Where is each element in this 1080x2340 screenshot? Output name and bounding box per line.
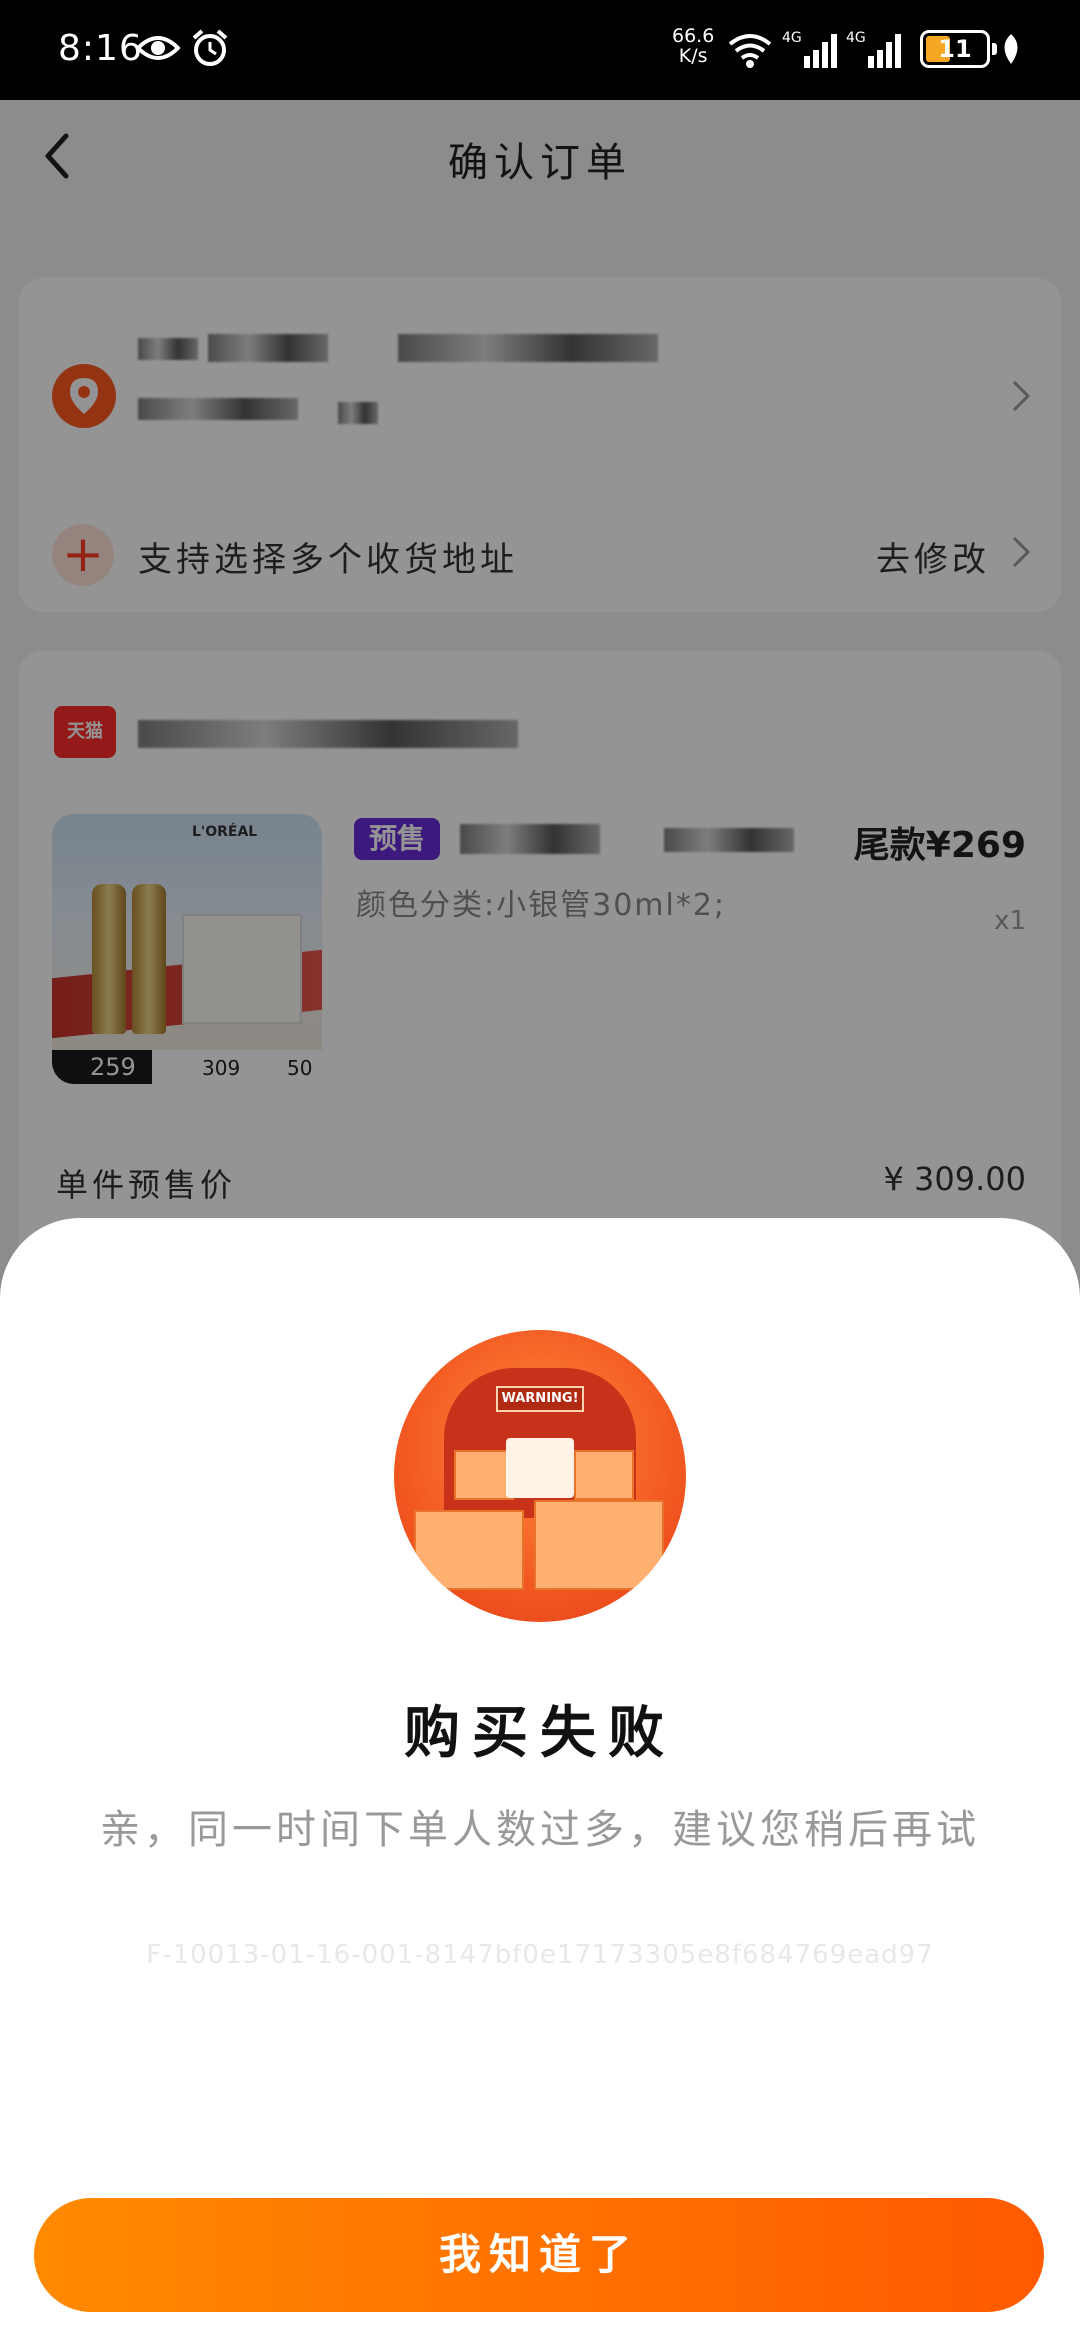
signal-strength-icon: 4G <box>782 30 837 68</box>
signal-strength-icon: 4G <box>846 30 901 68</box>
sig2-label: 4G <box>846 30 866 46</box>
net-speed: 66.6 K/s <box>672 26 714 66</box>
battery-tip <box>992 43 997 55</box>
wifi-icon <box>728 34 772 68</box>
dialog-title: 购买失败 <box>404 1701 676 1766</box>
paper-sheet <box>506 1438 574 1498</box>
battery-level: 11 <box>938 35 972 63</box>
error-code: F-10013-01-16-001-8147bf0e17173305e8f684… <box>146 1940 934 1970</box>
warning-truck-illustration: WARNING! <box>394 1330 686 1622</box>
parcel-box <box>454 1450 514 1500</box>
parcel-box <box>574 1450 634 1500</box>
dialog-message: 亲，同一时间下单人数过多，建议您稍后再试 <box>100 1807 980 1853</box>
battery-icon: 11 <box>920 30 997 68</box>
sig1-label: 4G <box>782 30 802 46</box>
status-time: 8:16 <box>58 28 143 69</box>
purchase-failed-sheet: WARNING! 购买失败 亲，同一时间下单人数过多，建议您稍后再试 F-100… <box>0 1218 1080 2340</box>
net-speed-unit: K/s <box>678 45 708 67</box>
alarm-icon <box>192 29 228 66</box>
parcel-box <box>414 1510 524 1590</box>
eye-icon <box>136 36 180 60</box>
parcel-box <box>534 1500 664 1590</box>
confirm-button[interactable]: 我知道了 <box>34 2198 1044 2312</box>
warning-label: WARNING! <box>496 1386 584 1412</box>
net-speed-value: 66.6 <box>672 25 715 47</box>
leaf-icon <box>1004 34 1018 64</box>
status-bar: 8:16 66.6 K/s 4G 4G 11 <box>0 0 1080 100</box>
